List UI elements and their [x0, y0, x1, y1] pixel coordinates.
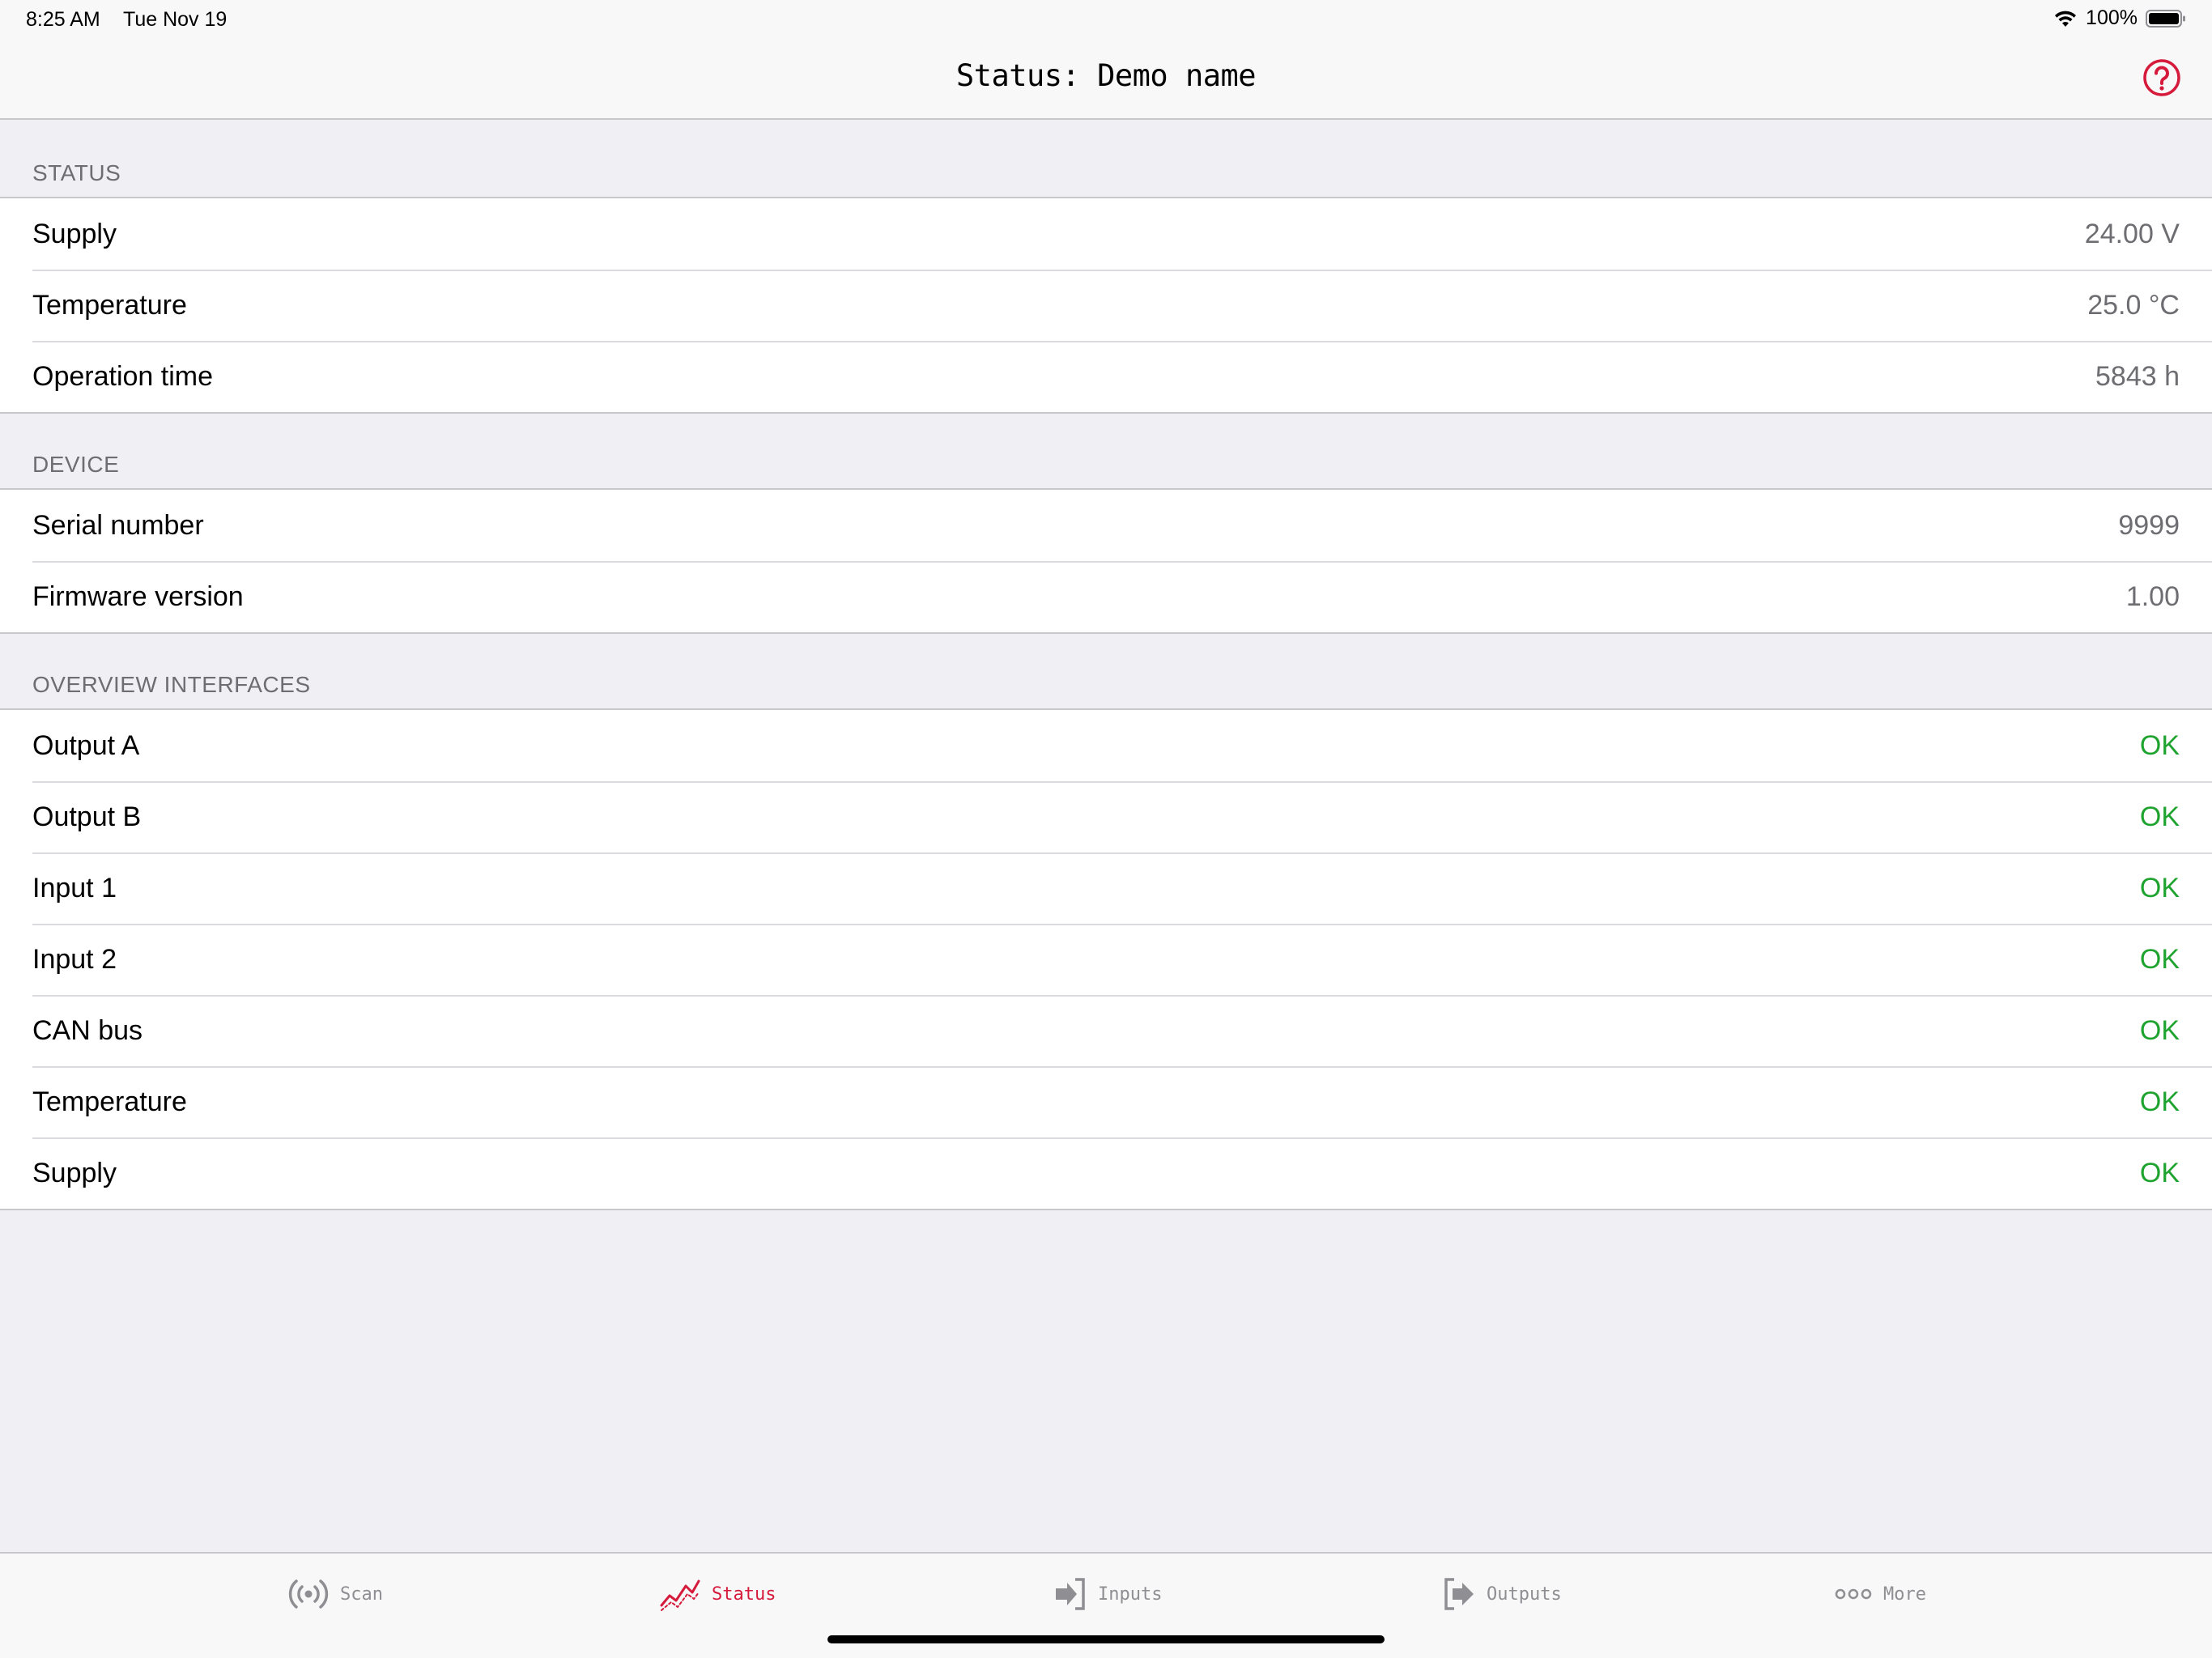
row-label: CAN bus — [32, 1014, 143, 1046]
status-ok: OK — [2139, 801, 2180, 832]
clock-date: Tue Nov 19 — [123, 8, 228, 31]
row-value: 5843 h — [2095, 360, 2180, 392]
device-group: Serial number 9999 Firmware version 1.00 — [0, 488, 2212, 634]
tab-label: Scan — [340, 1584, 383, 1605]
list-item: Supply OK — [0, 1137, 2212, 1209]
home-indicator[interactable] — [827, 1635, 1385, 1643]
status-group: Supply 24.00 V Temperature 25.0 °C Opera… — [0, 197, 2212, 414]
tab-label: Outputs — [1487, 1584, 1562, 1605]
list-item: Output B OK — [0, 781, 2212, 852]
status-ok: OK — [2139, 943, 2180, 975]
list-item: Serial number 9999 — [0, 490, 2212, 561]
status-ok: OK — [2139, 1157, 2180, 1188]
tab-status[interactable]: Status — [660, 1575, 776, 1613]
list-item: Output A OK — [0, 710, 2212, 781]
app-screen: 8:25 AM Tue Nov 19 100% Status: Demo nam… — [0, 0, 2212, 1658]
list-item: Input 1 OK — [0, 852, 2212, 924]
row-label: Input 2 — [32, 943, 117, 975]
tab-label: Status — [712, 1584, 776, 1605]
section-header-interfaces: OVERVIEW INTERFACES — [32, 672, 311, 697]
row-label: Firmware version — [32, 580, 244, 612]
clock-time: 8:25 AM — [26, 8, 100, 31]
question-circle-icon[interactable] — [2142, 58, 2181, 97]
row-label: Temperature — [32, 1086, 187, 1117]
battery-percent: 100% — [2086, 6, 2138, 29]
status-ok: OK — [2139, 872, 2180, 903]
list-item: CAN bus OK — [0, 995, 2212, 1066]
row-label: Serial number — [32, 509, 204, 541]
row-value: 25.0 °C — [2087, 289, 2180, 321]
row-label: Supply — [32, 1157, 117, 1188]
section-header-status: STATUS — [32, 160, 121, 185]
row-label: Supply — [32, 218, 117, 249]
section-header-device: DEVICE — [32, 452, 120, 477]
row-label: Output B — [32, 801, 142, 832]
line-chart-icon — [660, 1579, 700, 1611]
sign-out-icon — [1444, 1578, 1474, 1610]
tab-label: Inputs — [1098, 1584, 1163, 1605]
battery-icon — [2146, 9, 2185, 28]
page-title: Status: Demo name — [955, 58, 1257, 93]
status-indicators: 100% — [2053, 6, 2186, 30]
tab-inputs[interactable]: Inputs — [1054, 1575, 1162, 1613]
row-label: Output A — [32, 729, 140, 761]
list-item: Temperature 25.0 °C — [0, 270, 2212, 341]
sign-in-icon — [1056, 1578, 1085, 1610]
row-value: 24.00 V — [2084, 218, 2180, 249]
list-item: Firmware version 1.00 — [0, 561, 2212, 632]
list-item: Operation time 5843 h — [0, 341, 2212, 412]
interfaces-group: Output A OK Output B OK Input 1 OK Input… — [0, 708, 2212, 1210]
list-item: Supply 24.00 V — [0, 198, 2212, 270]
tab-outputs[interactable]: Outputs — [1443, 1575, 1562, 1613]
tab-label: More — [1883, 1584, 1926, 1605]
row-value: 9999 — [2118, 509, 2180, 541]
row-value: 1.00 — [2125, 580, 2180, 612]
status-ok: OK — [2139, 729, 2180, 761]
system-status-bar: 8:25 AM Tue Nov 19 100% — [0, 0, 2212, 37]
tab-more[interactable]: More — [1835, 1575, 1926, 1613]
status-ok: OK — [2139, 1086, 2180, 1117]
row-label: Temperature — [32, 289, 187, 321]
broadcast-icon — [288, 1579, 329, 1609]
wifi-icon — [2055, 11, 2077, 27]
more-dots-icon — [1835, 1588, 1872, 1600]
navigation-bar: Status: Demo name — [0, 37, 2212, 120]
row-label: Operation time — [32, 360, 213, 392]
status-ok: OK — [2139, 1014, 2180, 1046]
tab-scan[interactable]: Scan — [288, 1575, 383, 1613]
row-label: Input 1 — [32, 872, 117, 903]
list-item: Temperature OK — [0, 1066, 2212, 1137]
list-item: Input 2 OK — [0, 924, 2212, 995]
